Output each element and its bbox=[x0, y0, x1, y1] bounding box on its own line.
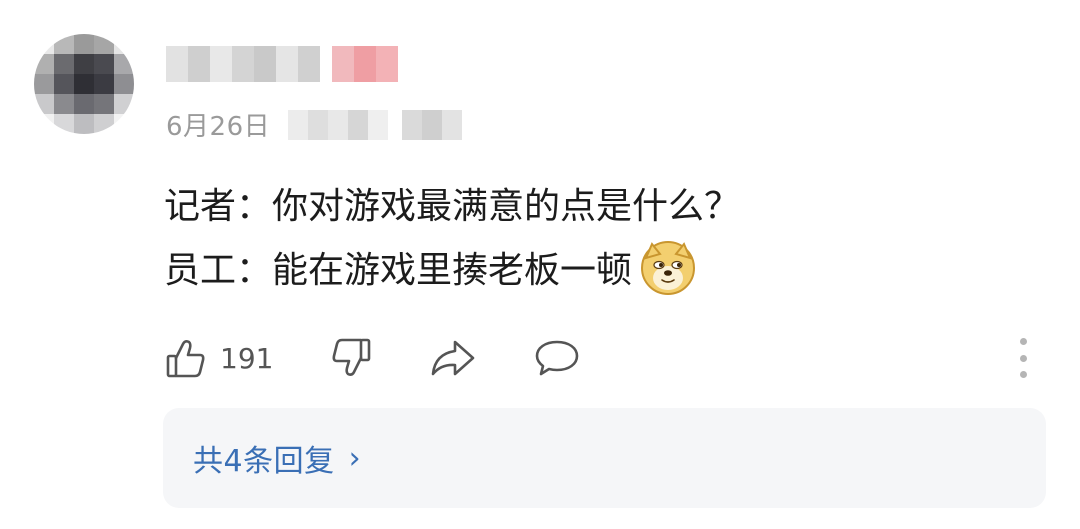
username-blurred[interactable] bbox=[166, 46, 398, 82]
more-vertical-icon[interactable] bbox=[1013, 338, 1033, 378]
view-replies-button[interactable]: 共4条回复 › bbox=[163, 408, 1046, 508]
like-button[interactable]: 191 bbox=[164, 336, 273, 380]
location-blurred bbox=[288, 109, 463, 140]
comment-line: 记者：你对游戏最满意的点是什么？ bbox=[164, 186, 741, 227]
comment-date: 6月26日 bbox=[166, 112, 271, 142]
comment-bubble-icon bbox=[536, 340, 579, 376]
doge-emoji-icon bbox=[641, 241, 696, 295]
chevron-right-icon: › bbox=[348, 440, 361, 476]
thumbs-down-icon bbox=[332, 338, 371, 376]
comment-line-text: 员工：能在游戏里揍老板一顿 bbox=[164, 250, 633, 291]
dislike-button[interactable] bbox=[329, 336, 373, 380]
share-button[interactable] bbox=[429, 336, 477, 380]
comment-line: 员工：能在游戏里揍老板一顿 bbox=[164, 239, 740, 303]
comment-body: 记者：你对游戏最满意的点是什么？ 员工：能在游戏里揍老板一顿 bbox=[164, 175, 740, 303]
reply-button[interactable] bbox=[533, 336, 581, 380]
share-icon bbox=[432, 340, 475, 376]
action-bar: 191 bbox=[164, 333, 1044, 383]
avatar[interactable] bbox=[34, 34, 134, 134]
like-count: 191 bbox=[220, 341, 274, 375]
thumbs-up-icon bbox=[166, 340, 205, 378]
replies-label: 共4条回复 bbox=[193, 444, 335, 479]
